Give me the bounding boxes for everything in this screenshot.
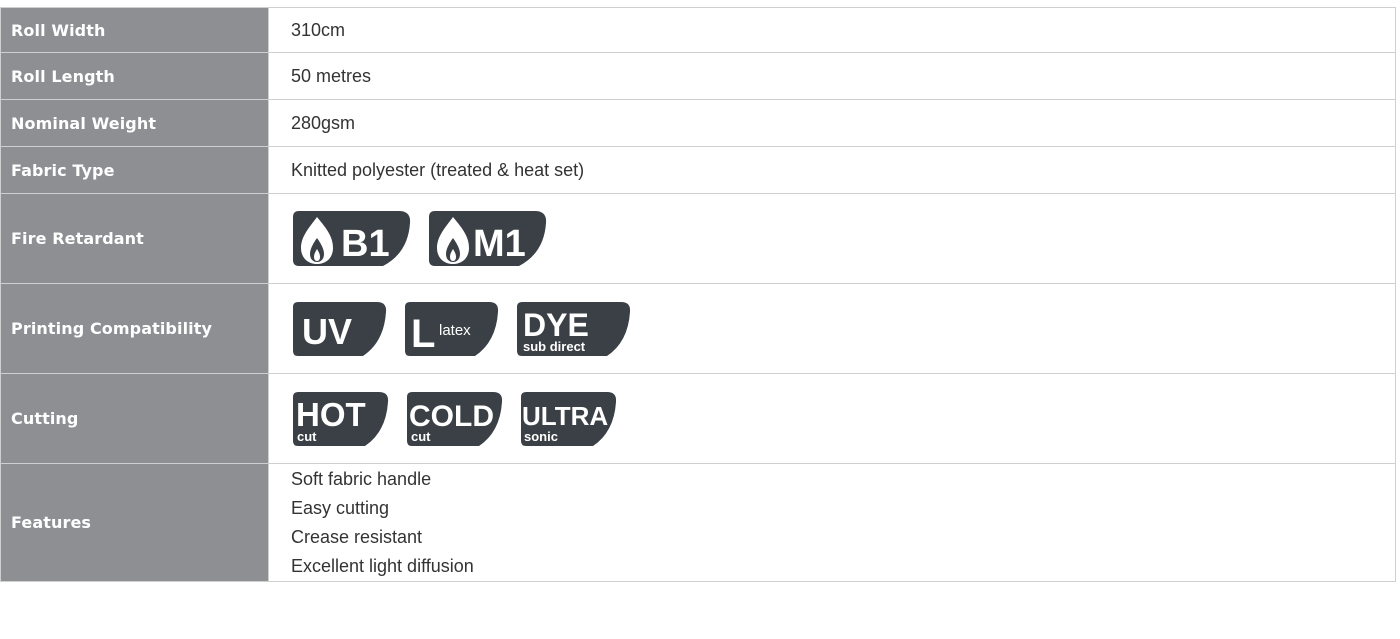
badge-main-text: L [411, 312, 435, 356]
b1-badge: B1 [293, 210, 411, 266]
spec-value: 280gsm [268, 99, 1396, 147]
badge-sub-text: cut [297, 429, 317, 444]
spec-label: Features [0, 463, 269, 582]
list-item: Excellent light diffusion [291, 555, 474, 576]
badge-text: M1 [473, 223, 526, 265]
badge-main-text: HOT [296, 396, 366, 433]
hot-cut-badge: HOT cut [293, 391, 389, 446]
spec-row-cutting: Cutting HOT cut COLD cut ULTRA sonic [0, 373, 1396, 464]
spec-label: Fire Retardant [0, 193, 269, 284]
spec-row-fabric-type: Fabric Type Knitted polyester (treated &… [0, 146, 1396, 194]
list-item: Easy cutting [291, 497, 390, 518]
badge-main-text: UV [302, 311, 352, 352]
features-list: Soft fabric handle Easy cutting Crease r… [291, 465, 1395, 581]
spec-label: Roll Length [0, 52, 269, 100]
spec-row-printing-compatibility: Printing Compatibility UV L latex DYE su… [0, 283, 1396, 374]
spec-row-fire-retardant: Fire Retardant B1 M1 [0, 193, 1396, 284]
cutting-badges: HOT cut COLD cut ULTRA sonic [291, 390, 1395, 448]
spec-table: Roll Width 310cm Roll Length 50 metres N… [0, 7, 1396, 582]
spec-row-roll-width: Roll Width 310cm [0, 7, 1396, 53]
badge-sub-text: latex [439, 322, 471, 339]
badge-main-text: DYE [523, 307, 589, 343]
badge-main-text: ULTRA [522, 401, 608, 431]
list-item: Soft fabric handle [291, 468, 432, 489]
ultra-sonic-badge: ULTRA sonic [521, 391, 617, 446]
spec-value: 310cm [268, 7, 1396, 53]
spec-value: HOT cut COLD cut ULTRA sonic [268, 373, 1396, 464]
badge-sub-text: sonic [524, 429, 558, 444]
spec-row-features: Features Soft fabric handle Easy cutting… [0, 463, 1396, 582]
spec-value: 50 metres [268, 52, 1396, 100]
badge-text: B1 [341, 223, 390, 265]
spec-value: Knitted polyester (treated & heat set) [268, 146, 1396, 194]
spec-value: UV L latex DYE sub direct [268, 283, 1396, 374]
fire-retardant-badges: B1 M1 [291, 209, 1395, 269]
spec-label: Nominal Weight [0, 99, 269, 147]
spec-value: B1 M1 [268, 193, 1396, 284]
m1-badge: M1 [429, 210, 547, 266]
printing-badges: UV L latex DYE sub direct [291, 300, 1395, 358]
badge-sub-text: sub direct [523, 339, 586, 354]
spec-row-nominal-weight: Nominal Weight 280gsm [0, 99, 1396, 147]
spec-value: Soft fabric handle Easy cutting Crease r… [268, 463, 1396, 582]
spec-label: Roll Width [0, 7, 269, 53]
latex-badge: L latex [405, 301, 499, 356]
spec-row-roll-length: Roll Length 50 metres [0, 52, 1396, 100]
badge-sub-text: cut [411, 429, 431, 444]
list-item: Crease resistant [291, 526, 423, 547]
uv-badge: UV [293, 301, 387, 356]
spec-label: Fabric Type [0, 146, 269, 194]
spec-label: Cutting [0, 373, 269, 464]
cold-cut-badge: COLD cut [407, 391, 503, 446]
spec-label: Printing Compatibility [0, 283, 269, 374]
dye-sub-badge: DYE sub direct [517, 301, 631, 356]
